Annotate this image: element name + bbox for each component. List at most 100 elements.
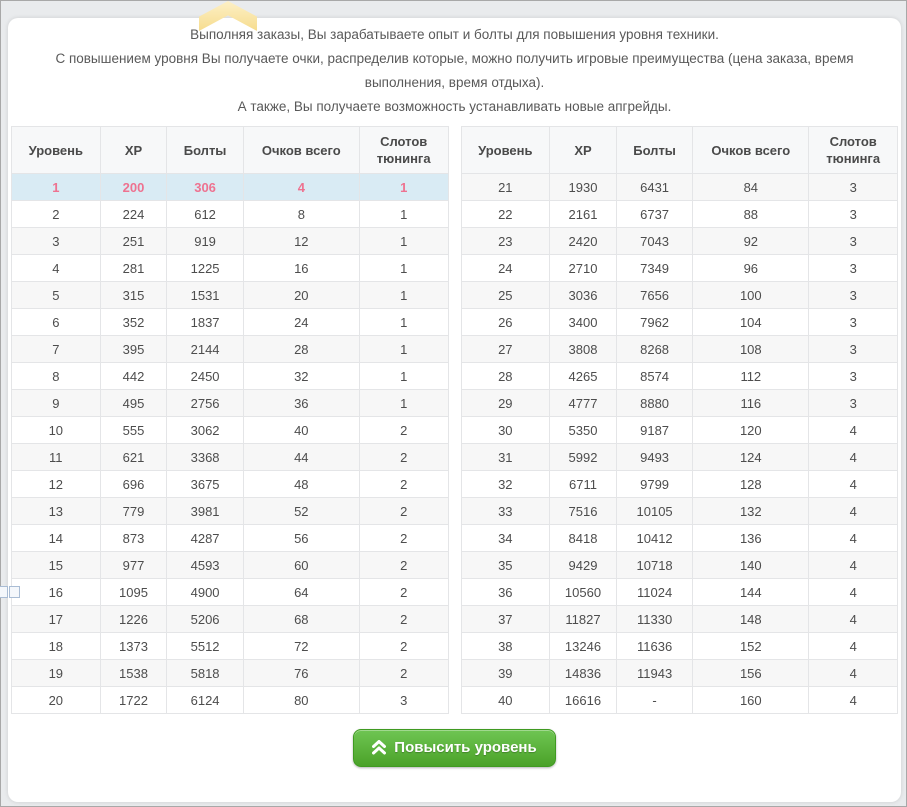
table-cell: 8 <box>12 363 101 390</box>
table-cell: 1 <box>359 309 448 336</box>
table-row: 42811225161 <box>12 255 449 282</box>
table-cell: 10412 <box>616 525 692 552</box>
table-cell: 92 <box>693 228 809 255</box>
table-cell: 14836 <box>550 660 617 687</box>
table-cell: 38 <box>461 633 550 660</box>
table-header-row: УровеньXPБолтыОчков всегоСлотов тюнинга <box>461 127 898 174</box>
level-up-button[interactable]: Повысить уровень <box>353 729 555 767</box>
table-row: 3711827113301484 <box>461 606 898 633</box>
table-cell: 2 <box>359 471 448 498</box>
level-table-left: УровеньXPБолтыОчков всегоСлотов тюнинга … <box>11 126 449 714</box>
table-cell: 7 <box>12 336 101 363</box>
table-row: 2427107349963 <box>461 255 898 282</box>
column-header: Уровень <box>12 127 101 174</box>
table-row: 3251919121 <box>12 228 449 255</box>
table-cell: 30 <box>461 417 550 444</box>
level-tables: УровеньXPБолтыОчков всегоСлотов тюнинга … <box>8 126 901 714</box>
table-cell: 1837 <box>167 309 243 336</box>
table-cell: - <box>616 687 692 714</box>
table-cell: 14 <box>12 525 101 552</box>
table-cell: 3036 <box>550 282 617 309</box>
table-cell: 1 <box>359 228 448 255</box>
table-row: 27380882681083 <box>461 336 898 363</box>
table-cell: 7349 <box>616 255 692 282</box>
table-row: 2221616737883 <box>461 201 898 228</box>
table-cell: 116 <box>693 390 809 417</box>
table-cell: 9799 <box>616 471 692 498</box>
table-cell: 76 <box>243 660 359 687</box>
table-cell: 3 <box>809 390 898 417</box>
table-cell: 2 <box>359 417 448 444</box>
double-chevron-up-icon <box>372 740 386 755</box>
table-row: 120030641 <box>12 174 449 201</box>
table-cell: 39 <box>461 660 550 687</box>
table-cell: 8574 <box>616 363 692 390</box>
table-cell: 3 <box>809 309 898 336</box>
table-cell: 3981 <box>167 498 243 525</box>
table-header: УровеньXPБолтыОчков всегоСлотов тюнинга <box>12 127 449 174</box>
table-cell: 34 <box>461 525 550 552</box>
table-cell: 13 <box>12 498 101 525</box>
table-cell: 72 <box>243 633 359 660</box>
table-cell: 1225 <box>167 255 243 282</box>
table-row: 25303676561003 <box>461 282 898 309</box>
table-cell: 4 <box>809 417 898 444</box>
table-row: 3813246116361524 <box>461 633 898 660</box>
table-cell: 136 <box>693 525 809 552</box>
column-header: XP <box>550 127 617 174</box>
table-row: 53151531201 <box>12 282 449 309</box>
table-row: 30535091871204 <box>461 417 898 444</box>
table-cell: 4265 <box>550 363 617 390</box>
table-cell: 25 <box>461 282 550 309</box>
table-cell: 100 <box>693 282 809 309</box>
table-cell: 4 <box>12 255 101 282</box>
table-row: 31599294931244 <box>461 444 898 471</box>
table-cell: 68 <box>243 606 359 633</box>
table-cell: 5512 <box>167 633 243 660</box>
table-cell: 1095 <box>100 579 167 606</box>
table-cell: 873 <box>100 525 167 552</box>
table-cell: 6431 <box>616 174 692 201</box>
table-cell: 22 <box>461 201 550 228</box>
table-cell: 3400 <box>550 309 617 336</box>
table-cell: 2 <box>359 498 448 525</box>
intro-line-3: А также, Вы получаете возможность устана… <box>22 95 887 119</box>
table-cell: 11943 <box>616 660 692 687</box>
table-cell: 96 <box>693 255 809 282</box>
table-cell: 2 <box>359 444 448 471</box>
intro-text: Выполняя заказы, Вы зарабатываете опыт и… <box>8 18 901 123</box>
table-cell: 140 <box>693 552 809 579</box>
table-row: 116213368442 <box>12 444 449 471</box>
table-cell: 4287 <box>167 525 243 552</box>
table-cell: 621 <box>100 444 167 471</box>
table-cell: 64 <box>243 579 359 606</box>
table-cell: 28 <box>461 363 550 390</box>
table-cell: 18 <box>12 633 101 660</box>
table-cell: 144 <box>693 579 809 606</box>
broken-image-icon <box>9 586 20 598</box>
table-cell: 1373 <box>100 633 167 660</box>
column-header: Болты <box>616 127 692 174</box>
table-cell: 2 <box>359 633 448 660</box>
column-header: Очков всего <box>693 127 809 174</box>
table-cell: 555 <box>100 417 167 444</box>
table-body: 2119306431843222161673788323242070439232… <box>461 174 898 714</box>
table-cell: 160 <box>693 687 809 714</box>
table-row: 1915385818762 <box>12 660 449 687</box>
table-cell: 16 <box>243 255 359 282</box>
table-cell: 12 <box>243 228 359 255</box>
table-cell: 11636 <box>616 633 692 660</box>
table-cell: 3 <box>809 363 898 390</box>
table-cell: 2756 <box>167 390 243 417</box>
table-cell: 2144 <box>167 336 243 363</box>
table-cell: 1 <box>12 174 101 201</box>
table-cell: 779 <box>100 498 167 525</box>
table-cell: 40 <box>243 417 359 444</box>
table-cell: 9493 <box>616 444 692 471</box>
table-cell: 20 <box>12 687 101 714</box>
table-cell: 8418 <box>550 525 617 552</box>
table-cell: 36 <box>461 579 550 606</box>
table-cell: 2 <box>12 201 101 228</box>
table-cell: 19 <box>12 660 101 687</box>
table-row: 2324207043923 <box>461 228 898 255</box>
